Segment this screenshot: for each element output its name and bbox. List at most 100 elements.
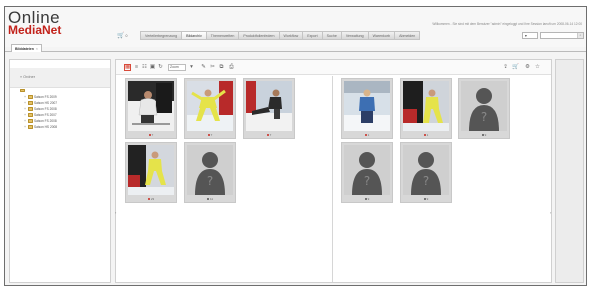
- tree-item-label: Saison FS 2007: [34, 113, 57, 117]
- image-thumbnail-placeholder[interactable]: ? 11: [184, 142, 236, 203]
- thumbnail-status: 9: [459, 133, 509, 137]
- tab-label: Bilddateien: [15, 46, 34, 51]
- menu-item[interactable]: Themenwelten: [205, 31, 239, 40]
- placeholder-silhouette-icon: ?: [187, 145, 233, 195]
- image-browser: ▦ ≡ ☷ ▣ ↻ Zoom ▾ ✎ ✂ ⧉ ⎙ ⇪ 🛒 ⚙ ☆ ‹ › 7 7…: [115, 59, 552, 283]
- list-view-icon[interactable]: ≡: [133, 64, 140, 71]
- expand-icon[interactable]: +: [24, 113, 27, 117]
- expand-icon[interactable]: +: [24, 119, 27, 123]
- logo-text-bottom: MediaNet: [8, 23, 62, 37]
- photo: [128, 81, 174, 131]
- folder-sidebar: « Ordner + Saison FS 2009 + Saison HS 20…: [9, 59, 111, 283]
- status-dot: [364, 198, 367, 201]
- folder-icon: [20, 88, 25, 92]
- main-menu: Verteilerbegrenzung Bildarchiv Themenwel…: [140, 31, 421, 40]
- refresh-icon[interactable]: ↻: [157, 64, 164, 71]
- status-dot: [481, 134, 484, 137]
- menu-item[interactable]: Export: [302, 31, 322, 40]
- cart-icon[interactable]: 🛒: [512, 64, 519, 71]
- scroll-right-icon[interactable]: ›: [550, 210, 553, 215]
- copy-icon[interactable]: ⧉: [218, 64, 225, 71]
- app-window: Online MediaNet Willkommen - Sie sind mi…: [4, 6, 587, 286]
- thumbnail-status: 1: [342, 133, 392, 137]
- status-dot: [147, 198, 150, 201]
- menu-item[interactable]: Verwaltung: [340, 31, 368, 40]
- folder-tree: + Saison FS 2009 + Saison HS 2007 + Sais…: [20, 88, 57, 130]
- right-side-panel: [555, 59, 584, 283]
- scroll-left-icon[interactable]: ‹: [115, 210, 118, 215]
- thumbnail-label: 1: [426, 133, 429, 137]
- tree-item[interactable]: + Saison HS 2008: [20, 124, 57, 130]
- cart-icon: 🛒: [117, 33, 125, 39]
- image-thumbnail-placeholder[interactable]: ? 9: [458, 78, 510, 139]
- image-thumbnail-placeholder[interactable]: ? 9: [400, 142, 452, 203]
- thumbnail-label: 11: [209, 197, 214, 201]
- search-input[interactable]: ⌕: [540, 32, 584, 39]
- folder-icon: [28, 125, 33, 129]
- svg-text:?: ?: [207, 174, 213, 188]
- folder-icon: [28, 107, 33, 111]
- image-thumbnail[interactable]: 1: [341, 78, 393, 139]
- photo: [403, 81, 449, 131]
- expand-icon[interactable]: +: [24, 101, 27, 105]
- thumbnail-status: 23: [126, 197, 176, 201]
- svg-text:?: ?: [364, 174, 370, 188]
- photo: [187, 81, 233, 131]
- thumbnail-status: 9: [342, 197, 392, 201]
- image-thumbnail[interactable]: 23: [125, 142, 177, 203]
- tab-bilddateien[interactable]: Bilddateien ×: [11, 44, 42, 52]
- grid-view-icon[interactable]: ▦: [124, 64, 131, 71]
- detail-view-icon[interactable]: ▣: [149, 64, 156, 71]
- image-thumbnail[interactable]: 7: [184, 78, 236, 139]
- menu-item[interactable]: Produktfolienfedern: [238, 31, 279, 40]
- menu-item[interactable]: Warenkorb: [367, 31, 395, 40]
- status-dot: [207, 134, 210, 137]
- sidebar-title[interactable]: « Ordner: [20, 75, 35, 79]
- thumbnail-status: 7: [126, 133, 176, 137]
- menu-item[interactable]: Verteilerbegrenzung: [140, 31, 182, 40]
- expand-icon[interactable]: +: [24, 125, 27, 129]
- pane-divider[interactable]: [332, 76, 333, 282]
- thumbnail-label: 9: [367, 197, 370, 201]
- close-icon[interactable]: ×: [36, 47, 38, 51]
- cart-button[interactable]: 🛒0: [117, 32, 127, 39]
- brand-logo[interactable]: Online MediaNet: [8, 9, 61, 36]
- header: Online MediaNet Willkommen - Sie sind mi…: [5, 7, 586, 52]
- tree-item-label: Saison FS 2009: [34, 95, 57, 99]
- image-thumbnail[interactable]: 1: [400, 78, 452, 139]
- expand-icon[interactable]: +: [24, 107, 27, 111]
- photo: [246, 81, 292, 131]
- image-thumbnail-placeholder[interactable]: ? 9: [341, 142, 393, 203]
- tree-item-label: Saison FS 2008: [34, 107, 57, 111]
- placeholder-silhouette-icon: ?: [344, 145, 390, 195]
- menu-item[interactable]: Workflow: [278, 31, 303, 40]
- status-dot: [206, 198, 209, 201]
- image-thumbnail[interactable]: 7: [243, 78, 295, 139]
- svg-text:?: ?: [481, 110, 487, 124]
- cart-count: 0: [125, 34, 128, 38]
- star-icon[interactable]: ☆: [534, 64, 541, 71]
- settings-icon[interactable]: ⚙: [524, 64, 531, 71]
- table-view-icon[interactable]: ☷: [141, 64, 148, 71]
- search-icon[interactable]: ⌕: [577, 33, 583, 38]
- thumbnail-status: 7: [185, 133, 235, 137]
- placeholder-silhouette-icon: ?: [461, 81, 507, 131]
- zoom-select[interactable]: Zoom: [168, 64, 186, 71]
- delete-icon[interactable]: ✂: [209, 64, 216, 71]
- status-dot: [423, 134, 426, 137]
- menu-item[interactable]: Suche: [321, 31, 341, 40]
- status-dot: [364, 134, 367, 137]
- thumbnail-label: 7: [269, 133, 272, 137]
- menu-item-active[interactable]: Bildarchiv: [181, 31, 206, 40]
- expand-icon[interactable]: +: [24, 95, 27, 99]
- export-icon[interactable]: ⇪: [502, 64, 509, 71]
- thumbnail-status: 1: [401, 133, 451, 137]
- placeholder-silhouette-icon: ?: [403, 145, 449, 195]
- image-thumbnail[interactable]: 7: [125, 78, 177, 139]
- edit-icon[interactable]: ✎: [200, 64, 207, 71]
- chevron-down-icon[interactable]: ▾: [188, 64, 195, 71]
- language-select[interactable]: ▾: [522, 32, 538, 39]
- menu-item[interactable]: Abmelden: [394, 31, 421, 40]
- thumbnail-label: 23: [150, 197, 155, 201]
- print-icon[interactable]: ⎙: [228, 64, 235, 71]
